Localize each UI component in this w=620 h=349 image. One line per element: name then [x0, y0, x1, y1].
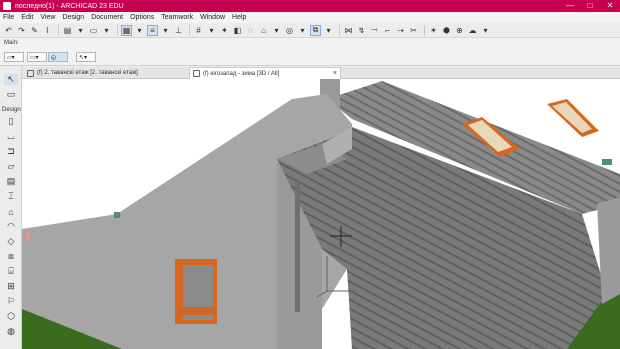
solid-operations-icon[interactable]: ⬢	[441, 25, 452, 36]
suspend-groups-icon[interactable]: ⧉	[310, 24, 321, 36]
roof-tool-icon[interactable]: ⌂	[4, 206, 18, 217]
select-icon[interactable]: ◌	[245, 25, 256, 36]
chevron-down-icon[interactable]: ▾	[101, 25, 112, 36]
chevron-down-icon[interactable]: ▾	[271, 25, 282, 36]
gutter-left	[114, 212, 120, 218]
slab-tool-icon[interactable]: ▱	[4, 161, 18, 172]
info-box: Main: ▱▾ ▭▾ ◵ ↖▾	[0, 38, 620, 66]
geometry-method[interactable]: ▭▾	[27, 52, 47, 62]
arrow-options[interactable]: ↖▾	[76, 52, 96, 62]
window-title: последно(1) - ARCHICAD 23 EDU	[15, 2, 124, 10]
tab-floor-plan[interactable]: (f) 2. таванскi етаж [2. таванскi етаж]	[24, 67, 189, 79]
marquee-tool-icon[interactable]: ▭	[4, 89, 18, 100]
chevron-down-icon[interactable]: ▾	[160, 25, 171, 36]
wall-window-sill	[177, 307, 217, 315]
menu-teamwork[interactable]: Teamwork	[161, 14, 193, 21]
object-tool-icon[interactable]: ⚐	[4, 296, 18, 307]
menu-view[interactable]: View	[40, 14, 55, 21]
standard-toolbar: ↶ ↷ ✎ ⌇ ▤ ▾ ▭ ▾ ▦ ▾ ≡ ▾ ⊥ # ▾ ✦ ◧ ◌ ⌂ ▾ …	[0, 23, 620, 38]
merge-icon[interactable]: ⊕	[454, 25, 465, 36]
3d-model-render	[22, 79, 620, 349]
minimize-button[interactable]: —	[560, 0, 580, 12]
door-tool-icon[interactable]: ⌸	[4, 266, 18, 277]
menu-help[interactable]: Help	[232, 14, 246, 21]
menu-options[interactable]: Options	[130, 14, 154, 21]
title-bar: последно(1) - ARCHICAD 23 EDU — □ ✕	[0, 0, 620, 12]
line-weight-icon[interactable]: ≡	[147, 24, 158, 36]
menu-window[interactable]: Window	[200, 14, 225, 21]
maximize-button[interactable]: □	[580, 0, 600, 12]
wall-tool-icon[interactable]: ▯	[4, 116, 18, 127]
chevron-down-icon[interactable]: ▾	[134, 25, 145, 36]
archicad-app-icon	[3, 2, 11, 10]
chevron-down-icon[interactable]: ▾	[323, 25, 334, 36]
redo-icon[interactable]: ↷	[16, 25, 27, 36]
marquee-icon: ◵	[51, 54, 57, 61]
close-tab-icon[interactable]: ×	[333, 70, 337, 77]
pen-set-icon[interactable]: ▭	[88, 25, 99, 36]
tab-3d-view-label: (f) югозапад - зима [3D / All]	[203, 70, 280, 77]
elevation-icon[interactable]: ⊥	[173, 25, 184, 36]
menu-edit[interactable]: Edit	[21, 14, 33, 21]
tab-floor-plan-label: (f) 2. таванскi етаж [2. таванскi етаж]	[37, 70, 138, 76]
trace-icon[interactable]: ▦	[121, 24, 132, 36]
mesh-tool-icon[interactable]: ◍	[4, 326, 18, 337]
3d-viewport[interactable]	[22, 79, 620, 349]
floor-plan-icon	[27, 69, 34, 77]
close-window-button[interactable]: ✕	[600, 0, 620, 12]
design-section-label: Design	[2, 107, 21, 113]
ruler-icon[interactable]: ◧	[232, 25, 243, 36]
menu-bar: File Edit View Design Document Options T…	[0, 12, 620, 23]
tab-3d-view[interactable]: (f) югозапад - зима [3D / All] ×	[189, 67, 341, 79]
menu-document[interactable]: Document	[91, 14, 123, 21]
layer-settings-icon[interactable]: ▤	[62, 25, 73, 36]
explode-icon[interactable]: ✶	[428, 25, 439, 36]
toolbox: ↖ ▭ Design ▯ ⌴ ⊐ ▱ ▤ ⌶ ⌂ ◠ ◇ ⧈ ⌸ ⊞ ⚐ ⬡ ◍	[0, 66, 22, 349]
chevron-down-icon[interactable]: ▾	[297, 25, 308, 36]
wall-slit	[295, 182, 300, 312]
column-tool-icon[interactable]: ⌴	[4, 131, 18, 142]
inject-parameters-icon[interactable]: ⌇	[42, 25, 53, 36]
zone-tool-icon[interactable]: ⬡	[4, 311, 18, 322]
scroll-marker	[26, 232, 29, 242]
arrow-tool-icon[interactable]: ↖	[4, 74, 18, 85]
rectangle-icon: ▭▾	[30, 54, 39, 61]
cloud-icon[interactable]: ☁	[467, 25, 478, 36]
skylight-tool-icon[interactable]: ◇	[4, 236, 18, 247]
railing-tool-icon[interactable]: ⌶	[4, 191, 18, 202]
grid-snap-icon[interactable]: #	[193, 25, 204, 36]
view-tab-bar: (f) 2. таванскi етаж [2. таванскi етаж] …	[22, 67, 620, 79]
window-tool-icon[interactable]: ⊞	[4, 281, 18, 292]
fillet-icon[interactable]: ⌐	[382, 25, 393, 36]
arrow-icon: ↖▾	[79, 54, 88, 61]
gutter-right	[602, 159, 612, 165]
show-hide-icon[interactable]: ◎	[284, 25, 295, 36]
layer-icon: ▱▾	[7, 54, 15, 61]
adjust-icon[interactable]: ↯	[356, 25, 367, 36]
chevron-down-icon[interactable]: ▾	[206, 25, 217, 36]
chevron-down-icon[interactable]: ▾	[75, 25, 86, 36]
curtain-wall-tool-icon[interactable]: ⧈	[4, 251, 18, 262]
main-label: Main:	[4, 40, 19, 46]
split-icon[interactable]: ⋈	[343, 25, 354, 36]
trim-icon[interactable]: ✂	[408, 25, 419, 36]
lock-icon[interactable]: ⌂	[258, 25, 269, 36]
undo-icon[interactable]: ↶	[3, 25, 14, 36]
menu-design[interactable]: Design	[62, 14, 84, 21]
offset-icon[interactable]: ⇢	[395, 25, 406, 36]
3d-view-icon	[193, 70, 200, 77]
selection-method[interactable]: ◵	[48, 52, 68, 62]
pick-up-parameters-icon[interactable]: ✎	[29, 25, 40, 36]
intersect-icon[interactable]: ⤙	[369, 25, 380, 36]
shell-tool-icon[interactable]: ◠	[4, 221, 18, 232]
beam-tool-icon[interactable]: ⊐	[4, 146, 18, 157]
magic-wand-icon[interactable]: ✦	[219, 25, 230, 36]
menu-file[interactable]: File	[3, 14, 14, 21]
window-controls: — □ ✕	[560, 0, 620, 12]
chevron-down-icon[interactable]: ▾	[480, 25, 491, 36]
layer-selector[interactable]: ▱▾	[4, 52, 24, 62]
stair-tool-icon[interactable]: ▤	[4, 176, 18, 187]
